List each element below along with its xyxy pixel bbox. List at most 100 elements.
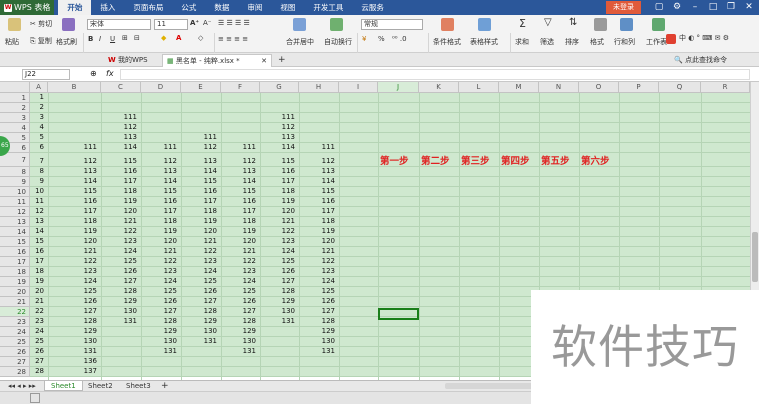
cell-f8[interactable]: 113 bbox=[221, 167, 256, 176]
cell-e15[interactable]: 121 bbox=[181, 237, 217, 246]
cell-d6[interactable]: 111 bbox=[141, 143, 177, 152]
cell-a12[interactable]: 12 bbox=[30, 207, 44, 216]
cell-e13[interactable]: 119 bbox=[181, 217, 217, 226]
merge-center-label[interactable]: 合并居中 bbox=[286, 37, 314, 47]
cell-b17[interactable]: 122 bbox=[48, 257, 97, 266]
row-col-label[interactable]: 行和列 bbox=[614, 37, 635, 47]
cell-c10[interactable]: 118 bbox=[101, 187, 137, 196]
cell-a8[interactable]: 8 bbox=[30, 167, 44, 176]
close-icon[interactable]: ✕ bbox=[740, 0, 758, 15]
row-header[interactable]: 24 bbox=[0, 327, 30, 337]
cell-h28[interactable] bbox=[299, 367, 335, 376]
row-header[interactable]: 13 bbox=[0, 217, 30, 227]
row-header[interactable]: 12 bbox=[0, 207, 30, 217]
cell-f24[interactable]: 129 bbox=[221, 327, 256, 336]
cell-b23[interactable]: 128 bbox=[48, 317, 97, 326]
cell-c12[interactable]: 120 bbox=[101, 207, 137, 216]
cell-g21[interactable]: 129 bbox=[260, 297, 295, 306]
cell-b22[interactable]: 127 bbox=[48, 307, 97, 316]
cell-b8[interactable]: 113 bbox=[48, 167, 97, 176]
cell-d23[interactable]: 128 bbox=[141, 317, 177, 326]
cell-c24[interactable] bbox=[101, 327, 137, 336]
cell-h2[interactable] bbox=[299, 103, 335, 112]
menu-item-0[interactable]: 开始 bbox=[58, 0, 92, 15]
cell-a19[interactable]: 19 bbox=[30, 277, 44, 286]
copy-button[interactable]: ⎘ 复制 bbox=[30, 36, 52, 46]
cell-g16[interactable]: 124 bbox=[260, 247, 295, 256]
font-color-button[interactable]: A bbox=[176, 34, 181, 42]
wrap-text-icon[interactable] bbox=[330, 18, 343, 31]
cell-a26[interactable]: 26 bbox=[30, 347, 44, 356]
row-header[interactable]: 9 bbox=[0, 177, 30, 187]
underline-button[interactable]: U bbox=[110, 35, 115, 43]
cell-c8[interactable]: 116 bbox=[101, 167, 137, 176]
cell-g13[interactable]: 121 bbox=[260, 217, 295, 226]
cell-c14[interactable]: 122 bbox=[101, 227, 137, 236]
cell-c9[interactable]: 117 bbox=[101, 177, 137, 186]
bold-button[interactable]: B bbox=[88, 35, 93, 43]
currency-icon[interactable]: ¥ bbox=[362, 35, 366, 43]
cell-c13[interactable]: 121 bbox=[101, 217, 137, 226]
menu-item-6[interactable]: 视图 bbox=[271, 0, 304, 15]
cell-d11[interactable]: 116 bbox=[141, 197, 177, 206]
cell-c19[interactable]: 127 bbox=[101, 277, 137, 286]
cell-c11[interactable]: 119 bbox=[101, 197, 137, 206]
column-header-n[interactable]: N bbox=[539, 82, 579, 93]
row-header[interactable]: 18 bbox=[0, 267, 30, 277]
menu-item-1[interactable]: 插入 bbox=[91, 0, 124, 15]
cell-g20[interactable]: 128 bbox=[260, 287, 295, 296]
zoom-icon[interactable]: ⊕ bbox=[90, 69, 97, 78]
cell-f17[interactable]: 122 bbox=[221, 257, 256, 266]
cell-f26[interactable]: 131 bbox=[221, 347, 256, 356]
cell-d8[interactable]: 113 bbox=[141, 167, 177, 176]
decimal-icon[interactable]: ⁰⁰ .0 bbox=[392, 35, 407, 43]
border-icon[interactable]: ⊞ bbox=[122, 34, 128, 42]
sort-icon[interactable]: ⇅ bbox=[569, 17, 577, 28]
cell-h15[interactable]: 120 bbox=[299, 237, 335, 246]
table-style-icon[interactable] bbox=[478, 18, 491, 31]
cell-a10[interactable]: 10 bbox=[30, 187, 44, 196]
cell-d12[interactable]: 117 bbox=[141, 207, 177, 216]
shrink-font-icon[interactable]: A⁻ bbox=[203, 19, 211, 27]
row-header[interactable]: 2 bbox=[0, 103, 30, 113]
maximize-icon[interactable]: □ bbox=[704, 0, 722, 15]
cell-c23[interactable]: 131 bbox=[101, 317, 137, 326]
row-header[interactable]: 22 bbox=[0, 307, 30, 317]
cell-b14[interactable]: 119 bbox=[48, 227, 97, 236]
column-header-o[interactable]: O bbox=[579, 82, 619, 93]
cell-a17[interactable]: 17 bbox=[30, 257, 44, 266]
cell-h10[interactable]: 115 bbox=[299, 187, 335, 196]
cell-g9[interactable]: 117 bbox=[260, 177, 295, 186]
row-header[interactable]: 17 bbox=[0, 257, 30, 267]
cell-c16[interactable]: 124 bbox=[101, 247, 137, 256]
format-painter-label[interactable]: 格式刷 bbox=[56, 37, 77, 47]
cell-f3[interactable] bbox=[221, 113, 256, 122]
row-header[interactable]: 8 bbox=[0, 167, 30, 177]
row-col-icon[interactable] bbox=[620, 18, 633, 31]
cell-h4[interactable] bbox=[299, 123, 335, 132]
cell-h25[interactable]: 130 bbox=[299, 337, 335, 346]
cell-e19[interactable]: 125 bbox=[181, 277, 217, 286]
formula-input[interactable] bbox=[120, 69, 750, 80]
cell-g25[interactable] bbox=[260, 337, 295, 346]
cell-h14[interactable]: 119 bbox=[299, 227, 335, 236]
column-header-e[interactable]: E bbox=[181, 82, 221, 93]
cell-h7[interactable]: 112 bbox=[299, 157, 335, 166]
cell-h22[interactable]: 127 bbox=[299, 307, 335, 316]
cell-a20[interactable]: 20 bbox=[30, 287, 44, 296]
percent-button[interactable]: % bbox=[378, 35, 385, 43]
menu-item-3[interactable]: 公式 bbox=[172, 0, 205, 15]
cell-a7[interactable]: 7 bbox=[30, 157, 44, 166]
cell-b20[interactable]: 125 bbox=[48, 287, 97, 296]
cell-d25[interactable]: 130 bbox=[141, 337, 177, 346]
cell-g24[interactable] bbox=[260, 327, 295, 336]
cell-f19[interactable]: 124 bbox=[221, 277, 256, 286]
cell-a27[interactable]: 27 bbox=[30, 357, 44, 366]
cell-c1[interactable] bbox=[101, 93, 137, 102]
cell-h21[interactable]: 126 bbox=[299, 297, 335, 306]
column-header-j[interactable]: J bbox=[378, 82, 419, 93]
cell-d24[interactable]: 129 bbox=[141, 327, 177, 336]
cell-e2[interactable] bbox=[181, 103, 217, 112]
cell-d16[interactable]: 121 bbox=[141, 247, 177, 256]
cell-d20[interactable]: 125 bbox=[141, 287, 177, 296]
